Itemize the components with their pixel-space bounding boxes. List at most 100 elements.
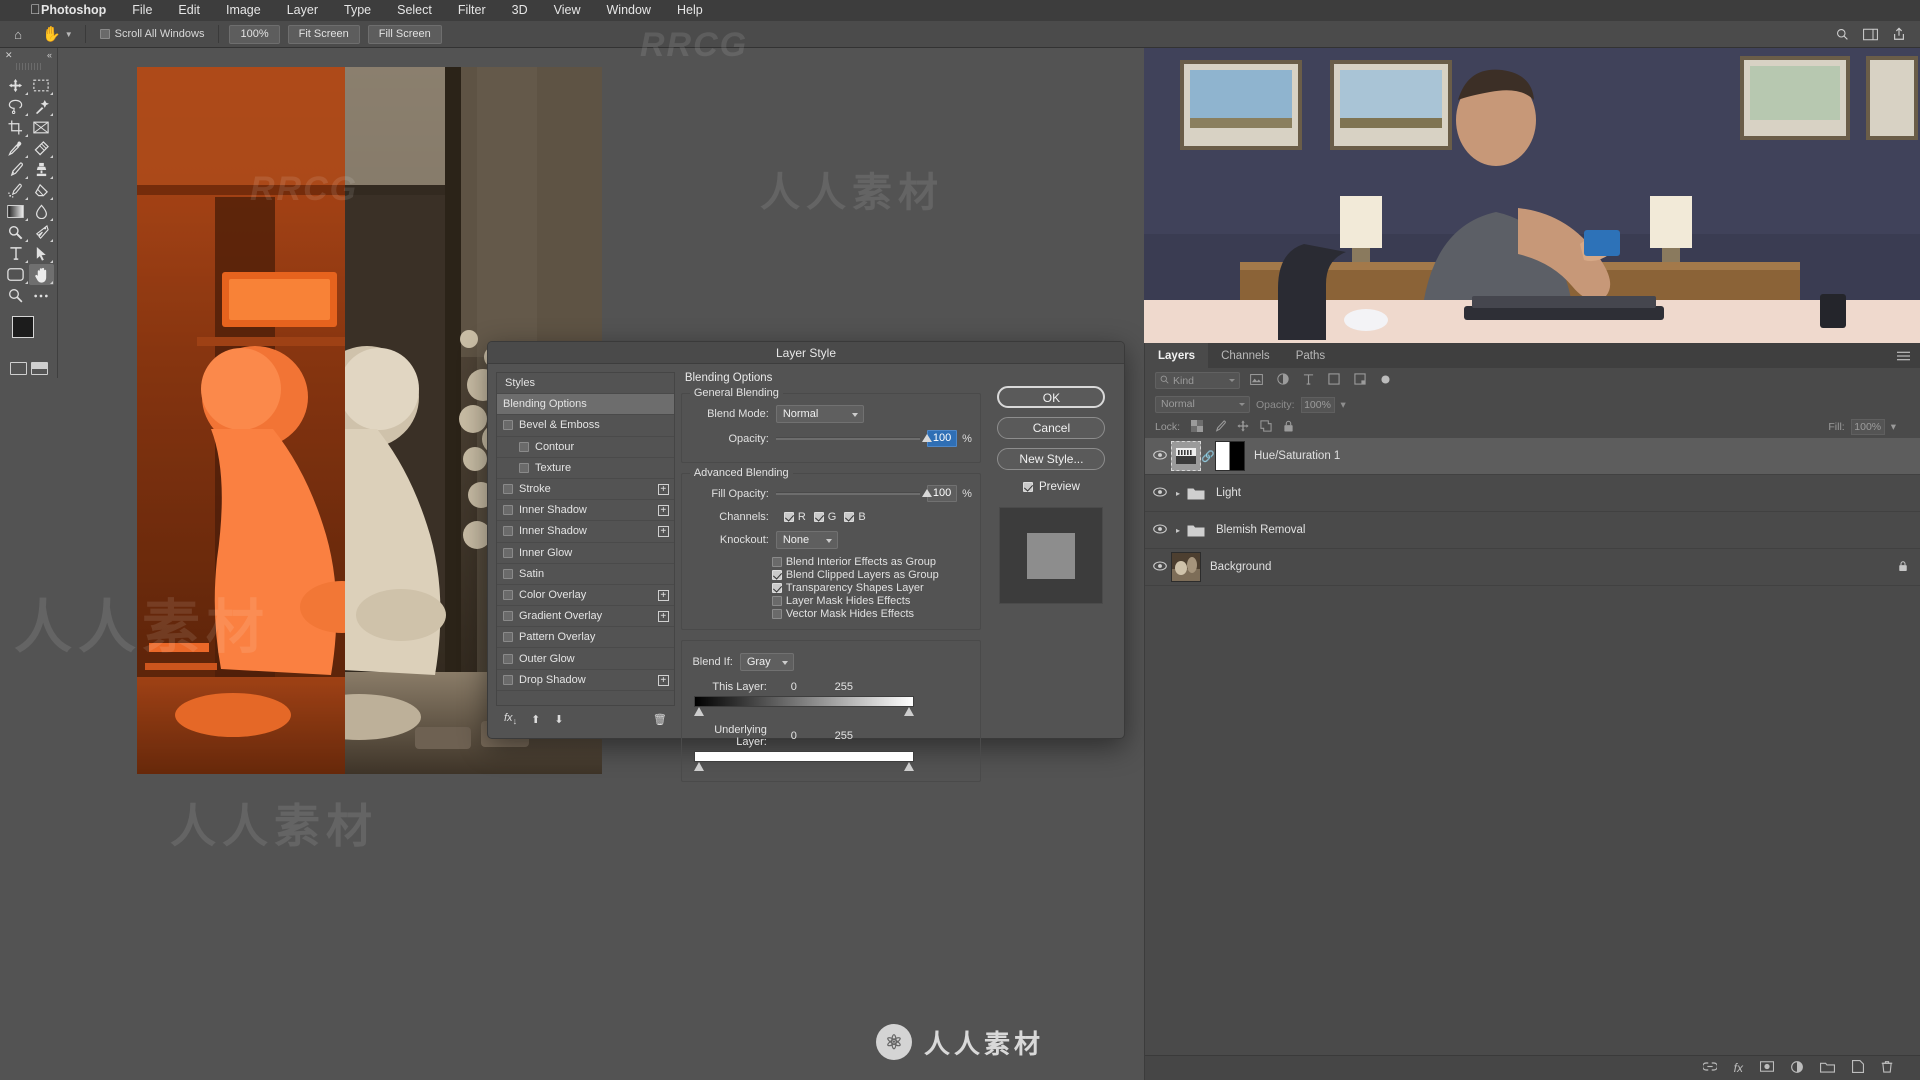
transparency-shapes-layer-checkbox[interactable]: Transparency Shapes Layer [771,581,972,594]
add-effect-icon[interactable]: + [657,611,669,623]
style-item-texture[interactable]: Texture [497,458,674,479]
layer-visibility-eye-icon[interactable] [1149,560,1171,574]
style-checkbox[interactable] [503,547,513,558]
lock-transparent-pixels-icon[interactable] [1191,419,1204,435]
move-tool[interactable] [3,75,29,96]
rectangular-marquee-tool[interactable] [29,75,55,96]
effects-toggle-icon[interactable] [1380,374,1391,388]
shape-filter-icon[interactable] [1328,373,1340,388]
fill-screen-button[interactable]: Fill Screen [367,24,442,44]
lock-image-pixels-icon[interactable] [1214,419,1226,435]
styles-list-header[interactable]: Styles [497,373,674,395]
this-layer-min-value[interactable]: 0 [774,681,814,693]
frame-tool[interactable] [29,117,55,138]
styles-list[interactable]: Styles Blending Options Bevel & Emboss C… [496,372,675,706]
layer-row-background[interactable]: Background [1145,549,1920,586]
style-item-pattern-overlay[interactable]: Pattern Overlay [497,627,674,649]
blend-if-select[interactable]: Gray [739,653,794,672]
add-effect-icon[interactable]: + [657,674,669,686]
add-layer-style-icon[interactable]: fx [1734,1061,1743,1075]
blend-interior-effects-as-group-checkbox[interactable]: Blend Interior Effects as Group [771,555,972,568]
crop-tool[interactable] [3,117,29,138]
style-checkbox[interactable] [519,462,529,473]
lock-all-icon[interactable] [1283,420,1294,435]
dodge-tool[interactable] [3,222,29,243]
layer-row-light[interactable]: ▸ Light [1145,475,1920,512]
style-checkbox[interactable] [519,441,529,452]
hand-tool[interactable] [28,264,54,285]
group-expand-chevron-icon[interactable]: ▸ [1171,526,1185,535]
lasso-tool[interactable] [3,96,29,117]
menu-item-image[interactable]: Image [213,0,274,21]
workspace-icon[interactable] [1863,28,1878,41]
this-layer-max-value[interactable]: 255 [814,681,874,693]
rectangle-tool[interactable] [3,264,29,285]
layer-visibility-eye-icon[interactable] [1149,449,1171,463]
knockout-select[interactable]: None [775,530,838,549]
fx-icon[interactable]: fx↓ [504,712,517,726]
style-item-contour[interactable]: Contour [497,437,674,458]
style-item-inner-shadow-2[interactable]: Inner Shadow + [497,521,674,543]
menu-item-help[interactable]: Help [664,0,716,21]
menu-item-window[interactable]: Window [594,0,664,21]
group-expand-chevron-icon[interactable]: ▸ [1171,489,1185,498]
share-icon[interactable] [1892,27,1906,41]
eraser-tool[interactable] [29,180,55,201]
channel-r-checkbox[interactable]: R [783,511,806,523]
panel-menu-icon[interactable] [1887,343,1920,368]
apple-logo-icon[interactable]:  [30,1,41,17]
pixel-filter-icon[interactable] [1250,373,1263,388]
add-effect-icon[interactable]: + [657,505,669,517]
style-checkbox[interactable] [503,589,513,600]
toolbox-drag-handle[interactable] [15,63,42,70]
menu-item-select[interactable]: Select [384,0,445,21]
style-item-stroke[interactable]: Stroke + [497,479,674,501]
fit-screen-button[interactable]: Fit Screen [287,24,360,44]
smartobject-filter-icon[interactable] [1354,373,1366,388]
add-layer-mask-icon[interactable] [1760,1061,1775,1075]
scroll-all-windows-checkbox[interactable]: Scroll All Windows [92,28,213,40]
underlying-layer-min-value[interactable]: 0 [774,730,814,742]
new-adjustment-layer-icon[interactable] [1791,1060,1803,1076]
quick-selection-tool[interactable] [29,96,55,117]
layer-name[interactable]: Background [1201,561,1271,573]
screen-mode-icon[interactable] [30,362,48,375]
new-style-button[interactable]: New Style... [997,448,1106,470]
fill-opacity-slider[interactable] [775,489,932,497]
link-mask-icon[interactable]: 🔗 [1201,450,1215,463]
brush-tool[interactable] [3,159,29,180]
edit-toolbar-ellipsis-icon[interactable] [29,285,55,306]
channel-b-checkbox[interactable]: B [844,511,866,523]
menu-item-view[interactable]: View [541,0,594,21]
style-item-outer-glow[interactable]: Outer Glow [497,648,674,670]
adjustment-layer-thumbnail[interactable] [1171,441,1201,471]
add-effect-icon[interactable]: + [657,526,669,538]
horizontal-type-tool[interactable] [3,243,29,264]
collapse-icon[interactable]: « [47,50,52,60]
home-icon[interactable]: ⌂ [0,27,36,42]
link-layers-icon[interactable] [1701,1061,1718,1075]
path-selection-tool[interactable] [29,243,55,264]
type-filter-icon[interactable] [1303,373,1314,388]
tab-paths[interactable]: Paths [1283,343,1338,368]
menu-item-photoshop[interactable]: Photoshop [28,0,119,21]
pen-tool[interactable] [29,222,55,243]
eyedropper-tool[interactable] [3,138,29,159]
blend-mode-select[interactable]: Normal [775,404,864,423]
move-up-icon[interactable]: ⬆ [531,713,540,726]
style-item-satin[interactable]: Satin [497,564,674,585]
history-brush-tool[interactable] [3,180,29,201]
style-checkbox[interactable] [503,526,513,537]
clone-stamp-tool[interactable] [29,159,55,180]
opacity-slider[interactable] [775,434,932,442]
vector-mask-hides-effects-checkbox[interactable]: Vector Mask Hides Effects [771,608,972,621]
tab-channels[interactable]: Channels [1208,343,1283,368]
add-effect-icon[interactable]: + [657,483,669,495]
zoom-tool[interactable] [3,285,29,306]
close-icon[interactable]: ✕ [5,50,13,61]
foreground-color-swatch[interactable] [12,316,34,338]
layer-name[interactable]: Hue/Saturation 1 [1245,450,1340,462]
underlying-layer-black-knob[interactable] [693,761,704,771]
blend-clipped-layers-as-group-checkbox[interactable]: Blend Clipped Layers as Group [771,568,972,581]
layer-mask-thumbnail[interactable] [1215,441,1245,471]
